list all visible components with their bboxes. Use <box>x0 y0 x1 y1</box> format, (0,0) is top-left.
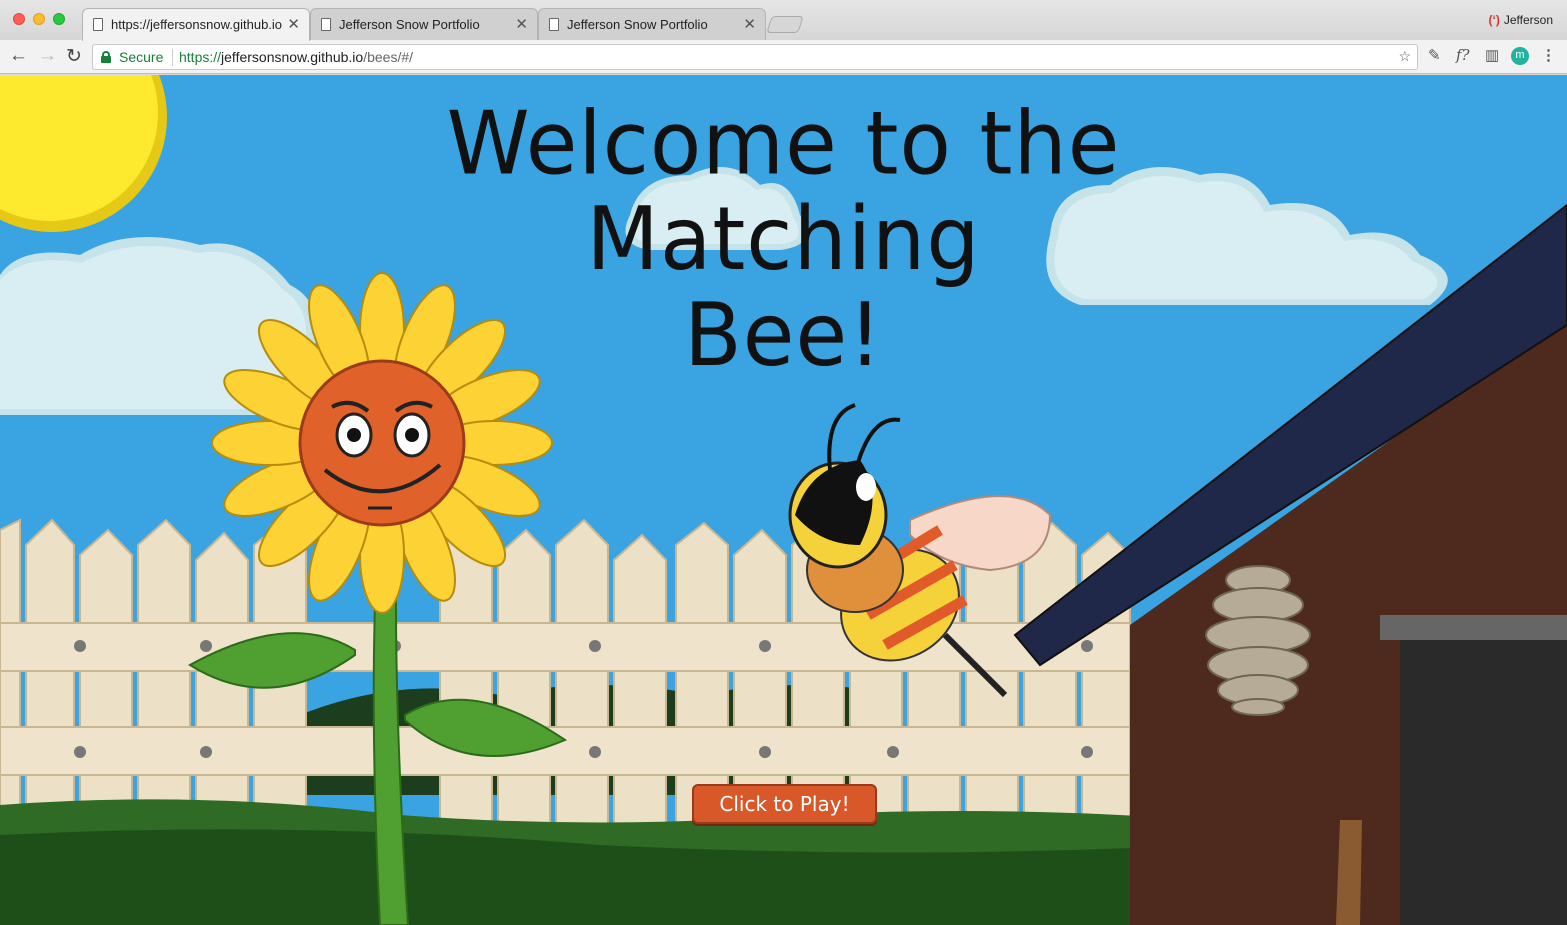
page-icon <box>549 18 559 31</box>
address-bar[interactable]: Secure https://jeffersonsnow.github.io/b… <box>92 44 1418 70</box>
tab-title: https://jeffersonsnow.github.io <box>111 17 283 32</box>
tab-title: Jefferson Snow Portfolio <box>339 17 480 32</box>
close-tab-icon[interactable]: ✕ <box>287 15 300 33</box>
extension-m-icon[interactable]: m <box>1511 47 1529 65</box>
divider <box>172 49 173 66</box>
tab-1[interactable]: https://jeffersonsnow.github.io ✕ <box>82 8 310 41</box>
back-arrow-icon[interactable]: ← <box>9 45 28 67</box>
tab-title: Jefferson Snow Portfolio <box>567 17 708 32</box>
extension-bars-icon[interactable]: ▥ <box>1485 46 1499 64</box>
window-minimize-button[interactable] <box>33 13 45 25</box>
flower-face <box>298 359 466 527</box>
profile-icon: (ʻ) <box>1488 13 1500 27</box>
reload-icon[interactable]: ↻ <box>66 45 82 68</box>
new-tab-button[interactable] <box>766 16 804 33</box>
page-title: Welcome to the Matching Bee! <box>250 95 1317 382</box>
window-close-button[interactable] <box>13 13 25 25</box>
tab-3[interactable]: Jefferson Snow Portfolio ✕ <box>538 8 766 40</box>
tab-2[interactable]: Jefferson Snow Portfolio ✕ <box>310 8 538 40</box>
url-text[interactable]: https://jeffersonsnow.github.io/bees/#/ <box>179 49 413 65</box>
fence-rail-bottom <box>0 726 1131 776</box>
page-icon <box>321 18 331 31</box>
menu-kebab-icon[interactable]: ⋮ <box>1541 46 1556 64</box>
window-maximize-button[interactable] <box>53 13 65 25</box>
profile-button[interactable]: (ʻ) Jefferson <box>1489 13 1553 27</box>
profile-name: Jefferson <box>1503 13 1553 27</box>
title-line-1: Welcome to the Matching <box>446 92 1121 290</box>
browser-toolbar: ← → ↻ Secure https://jeffersonsnow.githu… <box>0 40 1567 74</box>
bookmark-star-icon[interactable]: ☆ <box>1398 48 1411 65</box>
forward-arrow-icon[interactable]: → <box>38 45 57 67</box>
picket-fence <box>0 518 1131 836</box>
page-icon <box>93 18 103 31</box>
play-button[interactable]: Click to Play! <box>692 784 877 824</box>
security-label: Secure <box>119 49 164 65</box>
close-tab-icon[interactable]: ✕ <box>515 15 528 33</box>
close-tab-icon[interactable]: ✕ <box>743 15 756 33</box>
page-viewport: Welcome to the Matching Bee! Click to Pl… <box>0 75 1567 925</box>
lock-icon <box>101 51 111 63</box>
font-inspector-icon[interactable]: f? <box>1456 46 1470 64</box>
title-line-2: Bee! <box>684 283 883 386</box>
tab-bar: https://jeffersonsnow.github.io ✕ Jeffer… <box>0 0 1567 41</box>
eyedropper-icon[interactable]: ✎ <box>1428 46 1441 64</box>
